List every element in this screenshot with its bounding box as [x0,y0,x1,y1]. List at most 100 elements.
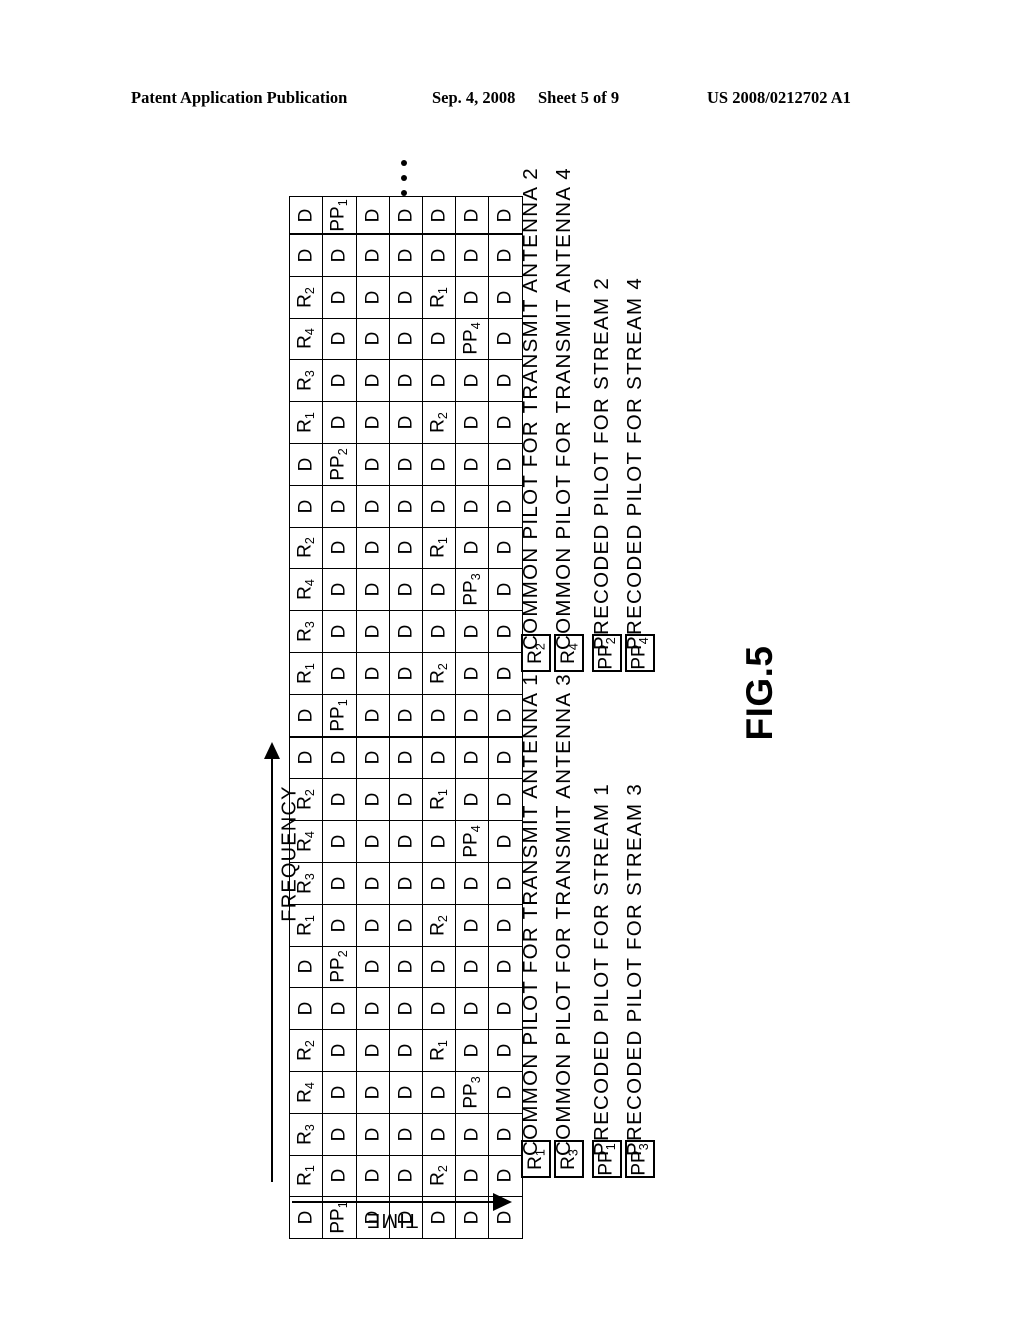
cell-label: D [362,1085,384,1100]
grid-cell-d: D [421,233,457,277]
grid-cell-d: D [488,401,523,444]
cell-label: D [362,918,384,933]
cell-label: D [461,918,483,933]
cell-label: D [395,1169,417,1183]
grid-cell-d: D [322,778,357,822]
grid-row: R2 D D D R1 D D [288,526,523,570]
cell-label: D [494,248,516,263]
grid-cell-d: D [322,484,357,528]
grid-cell-d: D [355,526,390,570]
grid-cell-d: D [388,861,423,905]
cell-label: D [328,248,350,263]
grid-row: R2 D D D R1 D D [288,778,523,822]
grid-cell-d: D [421,736,457,780]
grid-cell-d: D [355,1070,390,1114]
cell-label: D [428,332,450,346]
grid-cell-d: D [421,610,457,653]
cell-label: D [494,666,516,681]
cell-label: D [395,332,417,346]
cell-label: D [494,876,516,891]
grid-cell-d: D [288,233,324,277]
grid-cell-d: D [488,651,523,695]
grid-cell-d: D [388,987,423,1031]
grid-cell-r2: R2 [288,275,324,319]
cell-label: D [395,541,417,555]
grid-cell-r4: R4 [288,1070,324,1114]
grid-cell-r2: R2 [421,401,457,444]
grid-cell-r1: R1 [421,275,457,319]
grid-cell-d: D [488,1112,523,1156]
grid-cell-pp3: PP3 [455,1070,490,1114]
cell-label: R1 [427,789,450,811]
grid-cell-d: D [455,693,490,738]
grid-cell-d: D [355,401,390,444]
cell-label: D [494,1169,516,1183]
cell-label: D [494,1001,516,1016]
cell-label: D [428,960,450,974]
legend-description-r2: COMMON PILOT FOR TRANSMIT ANTENNA 2 [519,167,542,650]
grid-cell-d: D [488,1029,523,1072]
cell-label: D [494,1085,516,1100]
cell-label: D [494,708,516,723]
cell-label: D [362,834,384,849]
cell-label: D [295,1001,317,1016]
cell-label: PP2 [327,950,351,984]
cell-label: D [461,457,483,472]
grid-cell-d: D [455,359,490,403]
cell-label: D [461,1169,483,1183]
cell-label: D [328,751,350,765]
cell-label: D [395,624,417,639]
grid-cell-d: D [421,693,457,738]
grid-cell-d: D [288,693,324,738]
grid-row: D PP1 D D D D D [288,196,523,235]
cell-label: D [395,1001,417,1016]
grid-cell-r1: R1 [288,1154,324,1198]
grid-cell-d: D [421,442,457,486]
cell-label: D [328,541,350,555]
grid-cell-d: D [322,401,357,444]
cell-label: D [395,1043,417,1058]
grid-cell-d: D [488,359,523,403]
grid-cell-r2: R2 [288,526,324,570]
cell-label: D [362,290,384,305]
cell-label: D [395,708,417,723]
grid-cell-d: D [455,778,490,822]
cell-label: D [362,248,384,263]
cell-label: D [428,1001,450,1016]
grid-cell-d: D [388,233,423,277]
cell-label: D [328,499,350,514]
cell-label: D [494,1127,516,1141]
legend-description-pp2: PRECODED PILOT FOR STREAM 2 [590,276,613,650]
cell-label: R3 [294,1123,318,1145]
frequency-axis-label: FREQUENCY [278,785,301,922]
grid-row: DDDDDDD [288,484,523,528]
resource-grid: D PP1 D D D D D D D D D D D D R2 D D D R1 D D R4 D D D D PP4 D R3 D D D… [288,196,523,1240]
grid-cell-d: D [455,861,490,905]
grid-cell-r2: R2 [288,1029,324,1072]
grid-cell-r2: R2 [421,1154,457,1198]
cell-label: D [494,290,516,305]
grid-cell-d: D [421,196,457,235]
grid-cell-d: D [455,987,490,1031]
cell-label: D [395,582,417,597]
grid-cell-d: D [455,903,490,947]
cell-label: D [494,332,516,346]
figure-5: D PP1 D D D D D D D D D D D D R2 D D D R1 D D R4 D D D D PP4 D R3 D D D… [0,0,1024,1320]
grid-cell-d: D [488,233,523,277]
legend-description-r4: COMMON PILOT FOR TRANSMIT ANTENNA 4 [552,167,575,650]
grid-cell-d: D [455,945,490,989]
grid-cell-pp4: PP4 [455,317,490,361]
grid-cell-d: D [388,317,423,361]
grid-cell-d: D [455,1154,490,1198]
cell-label: R2 [294,537,318,559]
cell-label: D [362,1127,384,1141]
cell-label: D [395,248,417,263]
grid-cell-d: D [322,820,357,863]
grid-cell-d: D [455,233,490,277]
cell-label: D [494,834,516,849]
grid-cell-r1: R1 [288,401,324,444]
grid-cell-d: D [388,945,423,989]
grid-cell-r2: R2 [421,903,457,947]
cell-label: PP4 [460,825,484,858]
cell-label: D [362,415,384,430]
